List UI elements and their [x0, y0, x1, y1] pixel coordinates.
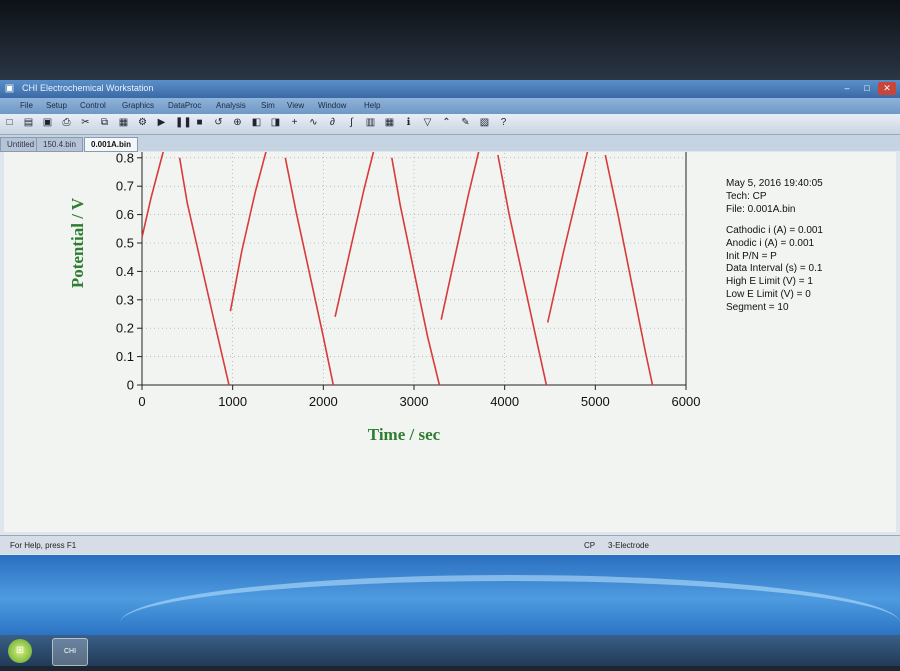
discharge-segment-line: [497, 154, 548, 386]
desktop-background: [0, 555, 900, 635]
pen-icon[interactable]: ✎: [460, 117, 471, 128]
info-icon[interactable]: ℹ: [403, 117, 414, 128]
charge-segment-line: [334, 152, 375, 317]
info-tech: Tech: CP: [726, 190, 767, 202]
minimize-button[interactable]: –: [838, 82, 856, 95]
y-tick-label: 0.1: [116, 349, 134, 364]
zoom-icon[interactable]: ⊕: [232, 117, 243, 128]
derivative-icon[interactable]: ∂: [327, 117, 338, 128]
open-icon[interactable]: ▤: [23, 117, 34, 128]
tab-0-001a-bin[interactable]: 0.001A.bin: [84, 137, 139, 152]
bar-icon[interactable]: ▥: [365, 117, 376, 128]
menu-bar: File Setup Control Graphics DataProc Ana…: [0, 98, 900, 114]
graph-icon[interactable]: ◧: [251, 117, 262, 128]
x-tick-label: 2000: [309, 394, 338, 409]
print-icon[interactable]: ⎙: [61, 117, 72, 128]
experiment-info: May 5, 2016 19:40:05 Tech: CP File: 0.00…: [726, 178, 823, 315]
menu-setup[interactable]: Setup: [46, 101, 67, 110]
x-tick-label: 5000: [581, 394, 610, 409]
y-tick-label: 0.7: [116, 179, 134, 194]
plot-area: 0 1000 2000 3000 4000 5000 6000 0 0.1 0.2 0.3 0.4 0.…: [4, 152, 896, 532]
reverse-icon[interactable]: ↺: [213, 117, 224, 128]
info-cathodic-current: Cathodic i (A) = 0.001: [726, 224, 823, 236]
charge-segment-line: [440, 152, 480, 320]
discharge-segment-line: [178, 157, 230, 386]
menu-sim[interactable]: Sim: [261, 101, 275, 110]
status-technique: CP: [584, 541, 596, 550]
x-tick-label: 4000: [490, 394, 519, 409]
new-icon[interactable]: □: [4, 117, 15, 128]
menu-file[interactable]: File: [20, 101, 33, 110]
run-icon[interactable]: ▶: [156, 117, 167, 128]
start-button[interactable]: ⊞: [8, 639, 32, 663]
y-tick-label: 0.5: [116, 236, 134, 251]
info-file: File: 0.001A.bin: [726, 203, 796, 215]
y-tick-label: 0.2: [116, 321, 134, 336]
title-bar[interactable]: ▣ CHI Electrochemical Workstation – □ ✕: [0, 80, 900, 98]
y-tick-label: 0.3: [116, 292, 134, 307]
info-data-interval: Data Interval (s) = 0.1: [726, 263, 823, 275]
menu-window[interactable]: Window: [318, 101, 346, 110]
cut-icon[interactable]: ✂: [80, 117, 91, 128]
discharge-segment-line: [604, 154, 654, 386]
charge-segment-line: [546, 152, 589, 323]
copy-icon[interactable]: ⧉: [99, 117, 110, 128]
info-init-pn: Init P/N = P: [726, 250, 777, 262]
y-tick-label: 0.4: [116, 264, 134, 279]
smooth-icon[interactable]: ∿: [308, 117, 319, 128]
maximize-button[interactable]: □: [858, 82, 876, 95]
taskbar: ⊞ CHI: [0, 635, 900, 666]
document-tabs: Untitled 150.4.bin 0.001A.bin: [0, 135, 900, 152]
pause-icon[interactable]: ❚❚: [175, 117, 192, 128]
y-axis-label: Potential / V: [68, 197, 87, 288]
add-icon[interactable]: +: [289, 117, 300, 128]
y-tick-label: 0: [127, 378, 134, 393]
paste-icon[interactable]: ▦: [118, 117, 129, 128]
menu-graphics[interactable]: Graphics: [122, 101, 154, 110]
x-axis-label: Time / sec: [368, 425, 441, 444]
taskbar-app-button[interactable]: CHI: [52, 638, 88, 666]
toolbar: □ ▤ ▣ ⎙ ✂ ⧉ ▦ ⚙ ▶ ❚❚ ■ ↺ ⊕ ◧ ◨ + ∿ ∂ ∫ ▥ ▦ ℹ ▽ ⌃ ✎ ▧?: [0, 114, 900, 135]
status-help-text: For Help, press F1: [10, 541, 77, 550]
app-icon: ▣: [4, 83, 15, 94]
x-tick-label: 1000: [218, 394, 247, 409]
grid-icon[interactable]: ▦: [384, 117, 395, 128]
save-icon[interactable]: ▣: [42, 117, 53, 128]
monitor-bezel: [0, 0, 900, 80]
stop-icon[interactable]: ■: [194, 117, 205, 128]
tab-150-4-bin[interactable]: 150.4.bin: [36, 137, 83, 152]
setup-icon[interactable]: ⚙: [137, 117, 148, 128]
menu-help[interactable]: Help: [364, 101, 380, 110]
integrate-icon[interactable]: ∫: [346, 117, 357, 128]
potential-time-chart: 0 1000 2000 3000 4000 5000 6000 0 0.1 0.2 0.3 0.4 0.…: [68, 152, 701, 444]
app-window: ▣ CHI Electrochemical Workstation – □ ✕ …: [0, 80, 900, 555]
info-low-e-limit: Low E Limit (V) = 0: [726, 289, 811, 301]
menu-control[interactable]: Control: [80, 101, 106, 110]
menu-dataproc[interactable]: DataProc: [168, 101, 201, 110]
x-tick-label: 3000: [400, 394, 429, 409]
menu-analysis[interactable]: Analysis: [216, 101, 246, 110]
stat-icon[interactable]: ▧: [479, 117, 490, 128]
close-button[interactable]: ✕: [878, 82, 896, 95]
x-tick-label: 6000: [672, 394, 701, 409]
y-tick-label: 0.8: [116, 152, 134, 165]
status-bar: For Help, press F1 CP 3-Electrode: [0, 535, 900, 554]
charge-segment-line: [229, 152, 267, 312]
menu-view[interactable]: View: [287, 101, 304, 110]
filter-icon[interactable]: ▽: [422, 117, 433, 128]
charge-segment-line: [141, 152, 164, 238]
help-icon[interactable]: ?: [498, 117, 509, 128]
tab-untitled[interactable]: Untitled: [0, 137, 42, 152]
y-tick-label: 0.6: [116, 207, 134, 222]
status-electrode: 3-Electrode: [608, 541, 649, 550]
info-anodic-current: Anodic i (A) = 0.001: [726, 237, 815, 249]
x-tick-label: 0: [138, 394, 145, 409]
info-segment: Segment = 10: [726, 302, 789, 314]
window-title: CHI Electrochemical Workstation: [22, 83, 154, 93]
peak-icon[interactable]: ⌃: [441, 117, 452, 128]
info-high-e-limit: High E Limit (V) = 1: [726, 276, 813, 288]
info-date: May 5, 2016 19:40:05: [726, 178, 823, 189]
overlay-icon[interactable]: ◨: [270, 117, 281, 128]
